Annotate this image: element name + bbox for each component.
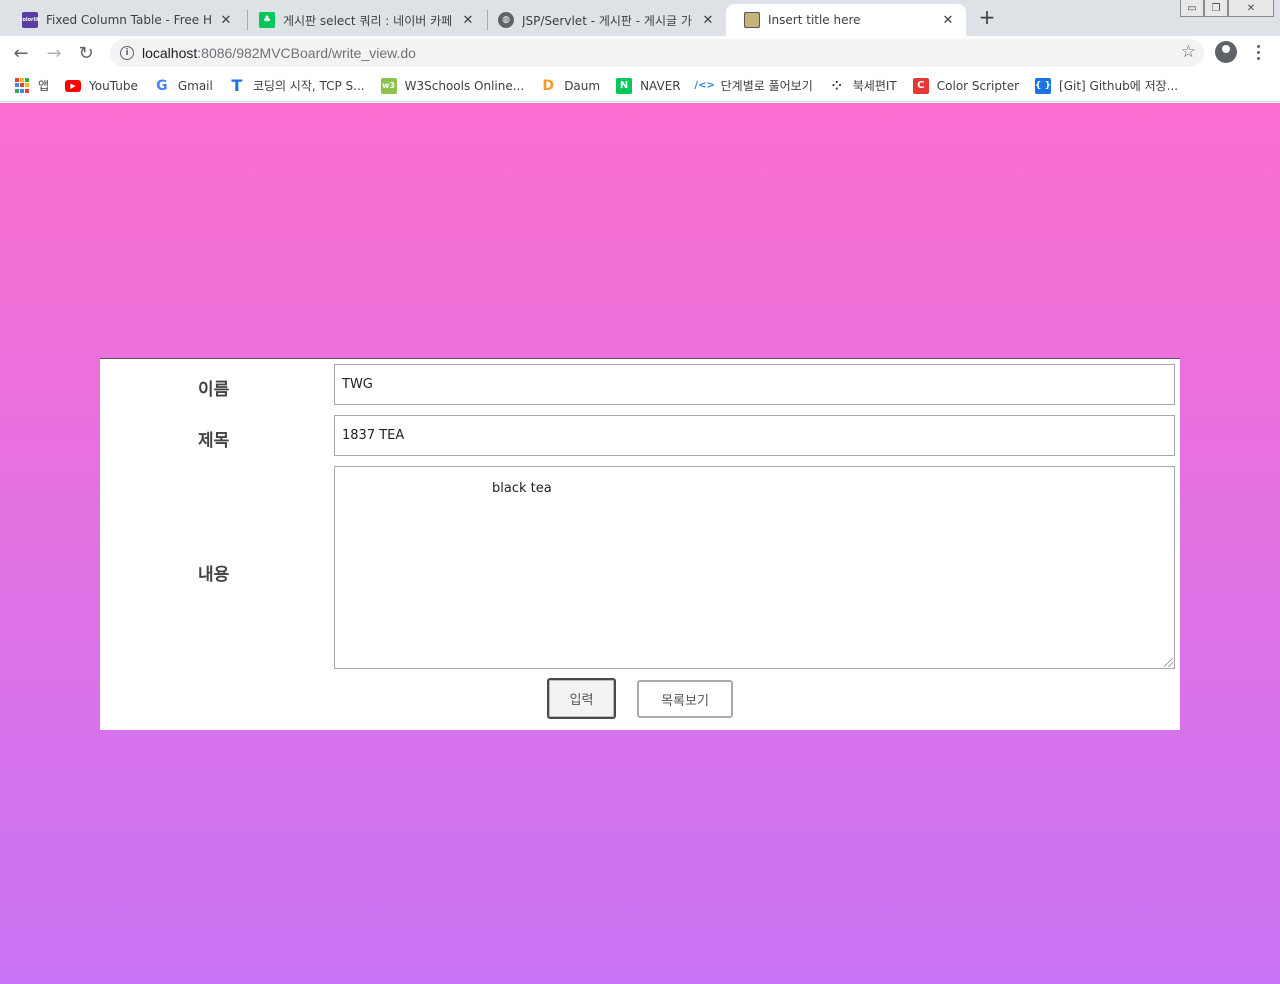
close-icon[interactable]: ✕	[460, 12, 476, 28]
bookmark-label: 코딩의 시작, TCP S...	[252, 79, 365, 93]
profile-avatar-icon[interactable]	[1215, 41, 1237, 63]
tab-jsp-servlet[interactable]: ◍ JSP/Servlet - 게시판 - 게시글 가 ✕	[480, 4, 726, 36]
naver-cafe-favicon-icon: ♣	[259, 12, 275, 28]
restore-button[interactable]: ❐	[1204, 0, 1228, 17]
close-icon[interactable]: ✕	[218, 12, 234, 28]
tab-title: Insert title here	[768, 13, 861, 27]
window-close-button[interactable]: ✕	[1228, 0, 1274, 17]
write-form: 이름 TWG 제목 1837 TEA 내용 black tea 입력 목록보기	[100, 358, 1180, 730]
braces-icon: { }	[1035, 77, 1052, 94]
bookmark-label: W3Schools Online...	[404, 78, 525, 93]
tcp-school-icon: T	[231, 76, 243, 95]
content-textarea[interactable]: black tea	[334, 466, 1175, 669]
new-tab-button[interactable]: +	[976, 5, 998, 29]
bookmark-youtube[interactable]: ▶ YouTube	[65, 79, 138, 93]
forward-arrow-icon[interactable]: →	[40, 39, 68, 67]
name-label: 이름	[198, 380, 230, 400]
bookmark-apps[interactable]: 앱	[14, 77, 49, 94]
code-icon: /<>	[694, 80, 715, 91]
url-path: :8086/982MVCBoard/write_view.do	[197, 45, 416, 61]
submit-button[interactable]: 입력	[547, 678, 616, 719]
bookmark-tcp-school[interactable]: T 코딩의 시작, TCP S...	[229, 76, 365, 95]
bookmark-github-save[interactable]: { } [Git] Github에 저장...	[1035, 77, 1178, 94]
list-view-button[interactable]: 목록보기	[637, 680, 733, 718]
bookmark-label: Color Scripter	[936, 78, 1020, 93]
w3schools-icon: w3	[380, 77, 397, 94]
tab-insert-title-here[interactable]: Insert title here ✕	[726, 4, 966, 36]
image-favicon-icon	[744, 12, 760, 28]
bookmark-color-scripter[interactable]: C Color Scripter	[912, 77, 1020, 94]
tab-fixed-column-table[interactable]: colorlib Fixed Column Table - Free HTM ✕	[4, 4, 244, 36]
youtube-icon: ▶	[65, 79, 82, 92]
resize-handle-icon[interactable]	[1164, 658, 1173, 667]
tab-strip: colorlib Fixed Column Table - Free HTM ✕…	[0, 0, 1280, 36]
tab-naver-cafe[interactable]: ♣ 게시판 select 쿼리 : 네이버 카페 ✕	[241, 4, 486, 36]
page-background: 이름 TWG 제목 1837 TEA 내용 black tea 입력 목록보기	[0, 103, 1280, 984]
url-host: localhost	[142, 45, 198, 61]
bookmark-label: 앱	[38, 79, 50, 93]
info-icon[interactable]: i	[120, 46, 134, 60]
bookmark-label: 단계별로 풀어보기	[720, 79, 813, 93]
back-arrow-icon[interactable]: ←	[7, 39, 35, 67]
apps-grid-icon	[14, 77, 30, 94]
colorlib-favicon-icon: colorlib	[19, 12, 41, 28]
bookmark-gmail[interactable]: G Gmail	[154, 78, 213, 94]
globe-icon: ◍	[498, 12, 514, 28]
name-input[interactable]: TWG	[334, 364, 1175, 405]
tab-title: Fixed Column Table - Free HTM	[46, 13, 212, 27]
reload-icon[interactable]: ↻	[72, 39, 100, 67]
title-label: 제목	[198, 431, 230, 451]
bookmark-daum[interactable]: D Daum	[540, 78, 600, 94]
browser-toolbar: ← → ↻ i localhost:8086/982MVCBoard/write…	[0, 36, 1280, 70]
daum-icon: D	[542, 77, 554, 94]
naver-icon: N	[616, 77, 633, 94]
bookmarks-bar: 앱 ▶ YouTube G Gmail T 코딩의 시작, TCP S... w…	[0, 70, 1280, 102]
menu-icon[interactable]	[1250, 40, 1266, 64]
color-scripter-icon: C	[912, 77, 929, 94]
bookmark-label: [Git] Github에 저장...	[1059, 79, 1179, 93]
bookmark-star-icon[interactable]: ☆	[1181, 42, 1196, 62]
close-icon[interactable]: ✕	[940, 12, 956, 28]
bookmark-label: YouTube	[89, 78, 138, 93]
bookmark-label: NAVER	[640, 78, 681, 93]
address-bar[interactable]: i localhost:8086/982MVCBoard/write_view.…	[110, 39, 1204, 67]
bookmark-booksepyeon[interactable]: ⁘ 북세편IT	[829, 77, 897, 94]
minimize-button[interactable]: ▭	[1180, 0, 1204, 17]
bookmark-baekjoon[interactable]: /<> 단계별로 풀어보기	[694, 77, 813, 94]
tab-title: 게시판 select 쿼리 : 네이버 카페	[283, 13, 453, 28]
bookmark-label: 북세편IT	[852, 79, 897, 93]
window-controls: ▭ ❐ ✕	[1180, 0, 1274, 17]
tab-title: JSP/Servlet - 게시판 - 게시글 가	[522, 13, 692, 28]
bookmark-naver[interactable]: N NAVER	[616, 77, 681, 94]
close-icon[interactable]: ✕	[700, 12, 716, 28]
content-label: 내용	[198, 565, 230, 585]
dots-icon: ⁘	[831, 78, 842, 93]
content-text: black tea	[492, 481, 552, 496]
bookmark-w3schools[interactable]: w3 W3Schools Online...	[380, 77, 525, 94]
title-input[interactable]: 1837 TEA	[334, 415, 1175, 456]
bookmark-label: Gmail	[177, 78, 213, 93]
google-g-icon: G	[156, 77, 168, 94]
bookmark-label: Daum	[564, 78, 601, 93]
